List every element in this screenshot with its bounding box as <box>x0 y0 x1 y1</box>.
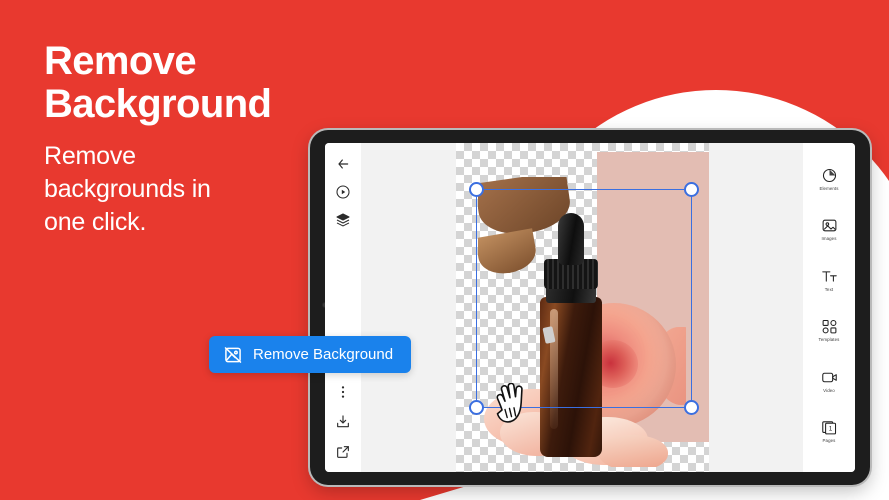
text-icon <box>821 268 838 285</box>
sidebar-item-label: Video <box>823 387 835 393</box>
page-title: Remove Background <box>44 39 272 126</box>
remove-background-button[interactable]: Remove Background <box>209 336 412 373</box>
sidebar-item-images[interactable]: Images <box>803 217 855 241</box>
left-toolbar-bottom-group <box>335 384 351 460</box>
selection-bounding-box[interactable] <box>469 182 699 415</box>
sidebar-item-elements[interactable]: Elements <box>803 167 855 191</box>
hand-cursor-icon <box>494 383 538 429</box>
resize-handle-bottom-right[interactable] <box>684 400 699 415</box>
sidebar-item-label: Pages <box>822 438 836 444</box>
marketing-copy-block: Remove Background Remove backgrounds in … <box>44 40 344 239</box>
right-sidebar: Elements Images Text Templates Video 1 P… <box>803 143 855 472</box>
resize-handle-bottom-left[interactable] <box>469 400 484 415</box>
more-vertical-icon[interactable] <box>335 384 351 400</box>
templates-icon <box>821 318 838 335</box>
sidebar-item-video[interactable]: Video <box>803 369 855 393</box>
resize-handle-top-right[interactable] <box>684 182 699 197</box>
sidebar-item-label: Text <box>824 286 834 292</box>
sidebar-item-text[interactable]: Text <box>803 268 855 292</box>
sidebar-item-templates[interactable]: Templates <box>803 318 855 342</box>
image-slash-icon <box>223 345 243 365</box>
download-icon[interactable] <box>335 414 351 430</box>
video-icon <box>821 369 838 386</box>
svg-text:1: 1 <box>828 425 832 432</box>
resize-handle-top-left[interactable] <box>469 182 484 197</box>
rose-petal-shape <box>598 435 668 467</box>
remove-background-button-label: Remove Background <box>253 346 394 363</box>
external-link-icon[interactable] <box>335 444 351 460</box>
page-subtitle: Remove backgrounds in one click. <box>44 141 211 237</box>
pages-icon: 1 <box>821 419 838 436</box>
sidebar-item-label: Elements <box>819 186 839 191</box>
sidebar-item-pages[interactable]: 1 Pages <box>803 419 855 443</box>
image-icon <box>821 217 838 234</box>
sidebar-item-label: Images <box>821 236 837 242</box>
elements-icon <box>821 167 838 184</box>
sidebar-item-label: Templates <box>818 337 840 343</box>
